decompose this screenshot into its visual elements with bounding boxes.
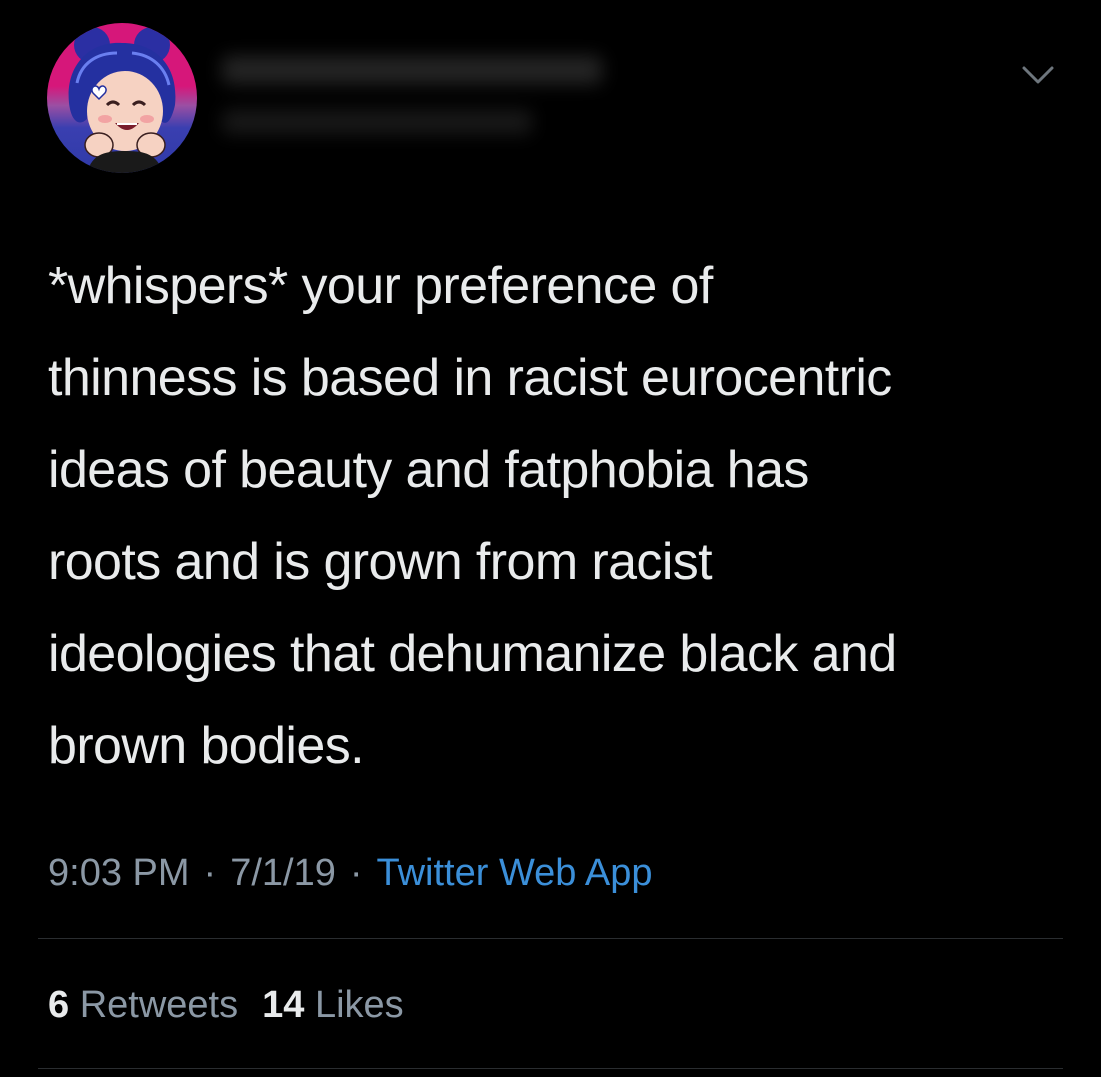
tweet-menu-button[interactable] bbox=[1018, 60, 1058, 90]
avatar[interactable] bbox=[47, 23, 197, 173]
likes-count: 14 bbox=[262, 984, 305, 1026]
tweet-text: *whispers* your preference of thinness i… bbox=[48, 257, 897, 775]
tweet: *whispers* your preference of thinness i… bbox=[0, 0, 1101, 1077]
divider bbox=[38, 1068, 1063, 1069]
display-name-blurred bbox=[222, 56, 602, 84]
chevron-down-icon bbox=[1022, 66, 1054, 84]
retweets-stat[interactable]: 6 Retweets bbox=[48, 984, 238, 1026]
likes-label: Likes bbox=[314, 984, 404, 1026]
tweet-source-link[interactable]: Twitter Web App bbox=[377, 852, 653, 894]
likes-stat[interactable]: 14 Likes bbox=[262, 984, 404, 1026]
tweet-stats: 6 Retweets 14 Likes bbox=[48, 980, 404, 1030]
user-identity-redacted bbox=[222, 48, 642, 148]
meta-separator: · bbox=[203, 852, 217, 894]
retweets-count: 6 bbox=[48, 984, 70, 1026]
meta-separator: · bbox=[349, 852, 363, 894]
retweets-label: Retweets bbox=[79, 984, 239, 1026]
avatar-illustration bbox=[47, 23, 197, 173]
divider bbox=[38, 938, 1063, 939]
tweet-date[interactable]: 7/1/19 bbox=[230, 852, 336, 894]
tweet-meta: 9:03 PM · 7/1/19 · Twitter Web App bbox=[48, 848, 652, 898]
username-blurred bbox=[222, 110, 532, 134]
tweet-time[interactable]: 9:03 PM bbox=[48, 852, 190, 894]
